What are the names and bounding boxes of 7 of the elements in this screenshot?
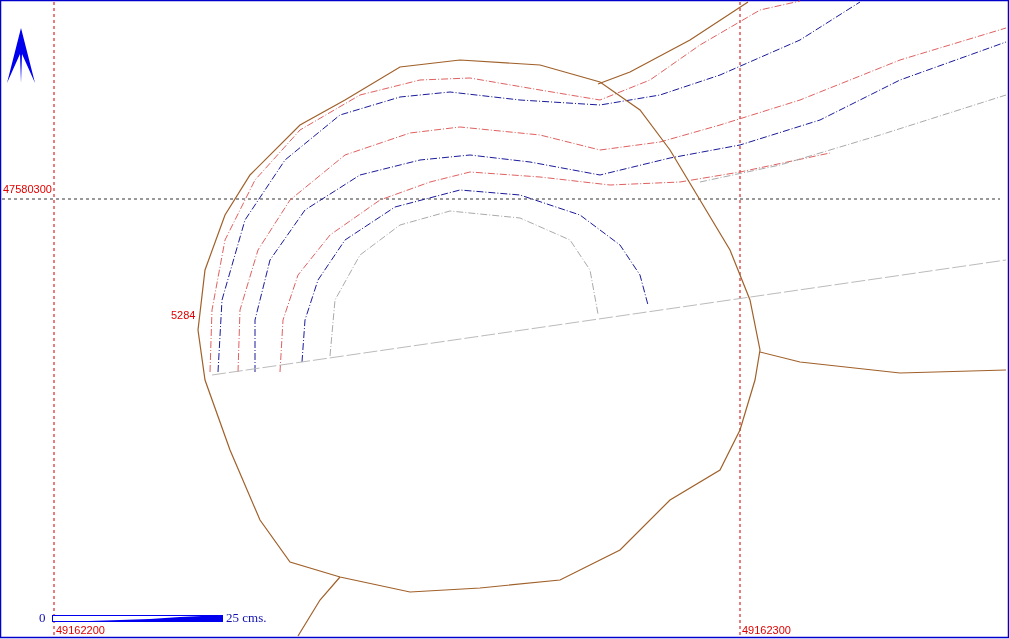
- northing-label: 47580300: [3, 183, 52, 195]
- scale-end-label: 25 cms.: [226, 610, 267, 625]
- point-label: 5284: [171, 309, 196, 321]
- easting-label: 49162300: [742, 624, 791, 636]
- easting-label: 49162200: [56, 624, 105, 636]
- north-arrow-icon: [7, 28, 35, 83]
- scale-start-label: 0: [39, 610, 46, 625]
